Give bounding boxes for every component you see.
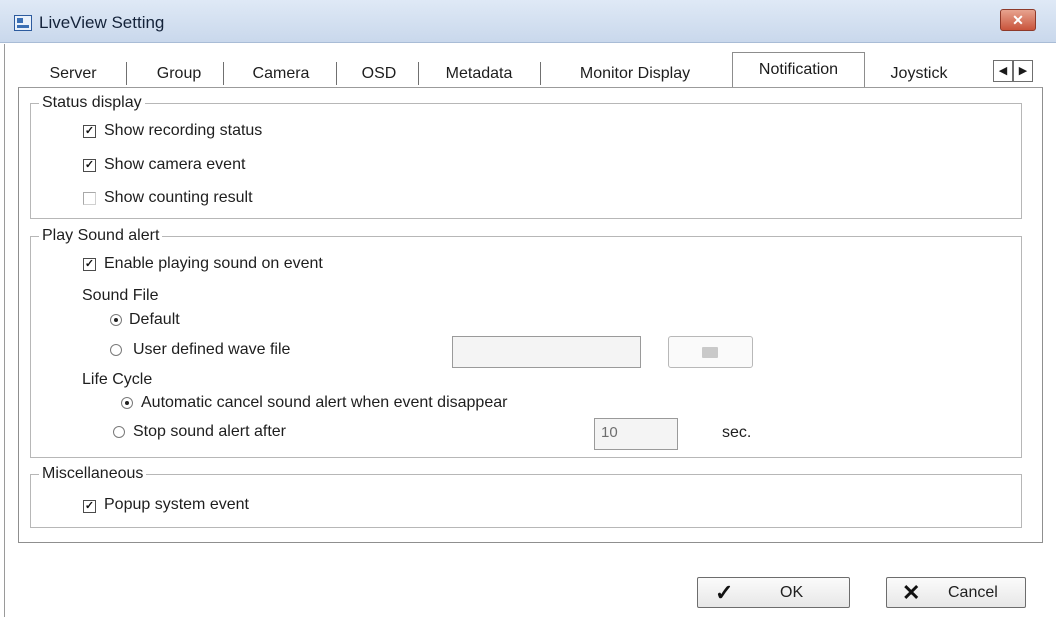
user-defined-wave-radio[interactable] [110,344,122,356]
show-counting-result-label: Show counting result [104,189,253,206]
ok-button[interactable]: ✓ OK [697,577,850,608]
automatic-cancel-radio[interactable] [121,397,133,409]
ok-button-label: OK [780,584,804,601]
cross-icon: ✕ [902,580,921,605]
window-title: LiveView Setting [39,13,165,32]
tab-notification[interactable]: Notification [732,52,865,88]
browse-wave-file-button[interactable] [668,336,753,368]
life-cycle-label: Life Cycle [82,371,153,388]
miscellaneous-legend: Miscellaneous [39,464,147,484]
app-icon [14,15,32,31]
tab-camera[interactable]: Camera [238,61,324,87]
tab-separator [418,62,419,85]
tab-metadata[interactable]: Metadata [428,61,530,87]
title-bar: LiveView Setting ✕ [0,0,1056,43]
automatic-cancel-label: Automatic cancel sound alert when event … [141,394,508,411]
show-counting-result-checkbox[interactable] [83,192,96,205]
tab-joystick[interactable]: Joystick [872,61,966,87]
tab-group[interactable]: Group [144,61,214,87]
status-display-legend: Status display [39,93,145,113]
sound-file-label: Sound File [82,287,159,304]
play-sound-alert-legend: Play Sound alert [39,226,163,246]
tab-scroll-right-button[interactable]: ▶ [1013,60,1033,82]
window-left-border [4,44,5,617]
tab-separator [223,62,224,85]
tab-separator [540,62,541,85]
cancel-button-label: Cancel [948,584,998,601]
wave-file-path-input[interactable] [452,336,641,368]
tab-osd[interactable]: OSD [350,61,408,87]
checkmark-icon: ✓ [715,580,734,605]
popup-system-event-checkbox[interactable]: ✓ [83,500,96,513]
liveview-setting-dialog: LiveView Setting ✕ Server Group Camera O… [0,0,1056,617]
seconds-unit-label: sec. [722,424,752,441]
default-sound-label: Default [129,311,180,328]
enable-playing-sound-checkbox[interactable]: ✓ [83,258,96,271]
tab-separator [126,62,127,85]
default-sound-radio[interactable] [110,314,122,326]
show-recording-status-checkbox[interactable]: ✓ [83,125,96,138]
show-camera-event-checkbox[interactable]: ✓ [83,159,96,172]
stop-sound-after-label: Stop sound alert after [133,423,286,440]
show-recording-status-label: Show recording status [104,122,263,139]
cancel-button[interactable]: ✕ Cancel [886,577,1026,608]
show-camera-event-label: Show camera event [104,156,246,173]
enable-playing-sound-label: Enable playing sound on event [104,255,323,272]
popup-system-event-label: Popup system event [104,496,249,513]
folder-icon [702,347,718,358]
stop-sound-after-radio[interactable] [113,426,125,438]
user-defined-wave-label: User defined wave file [133,341,291,358]
tab-separator [336,62,337,85]
close-button[interactable]: ✕ [1000,9,1036,31]
tab-server[interactable]: Server [32,61,114,87]
tab-scroll-left-button[interactable]: ◀ [993,60,1013,82]
tab-monitor-display[interactable]: Monitor Display [552,61,718,87]
stop-after-seconds-input[interactable]: 10 [594,418,678,450]
